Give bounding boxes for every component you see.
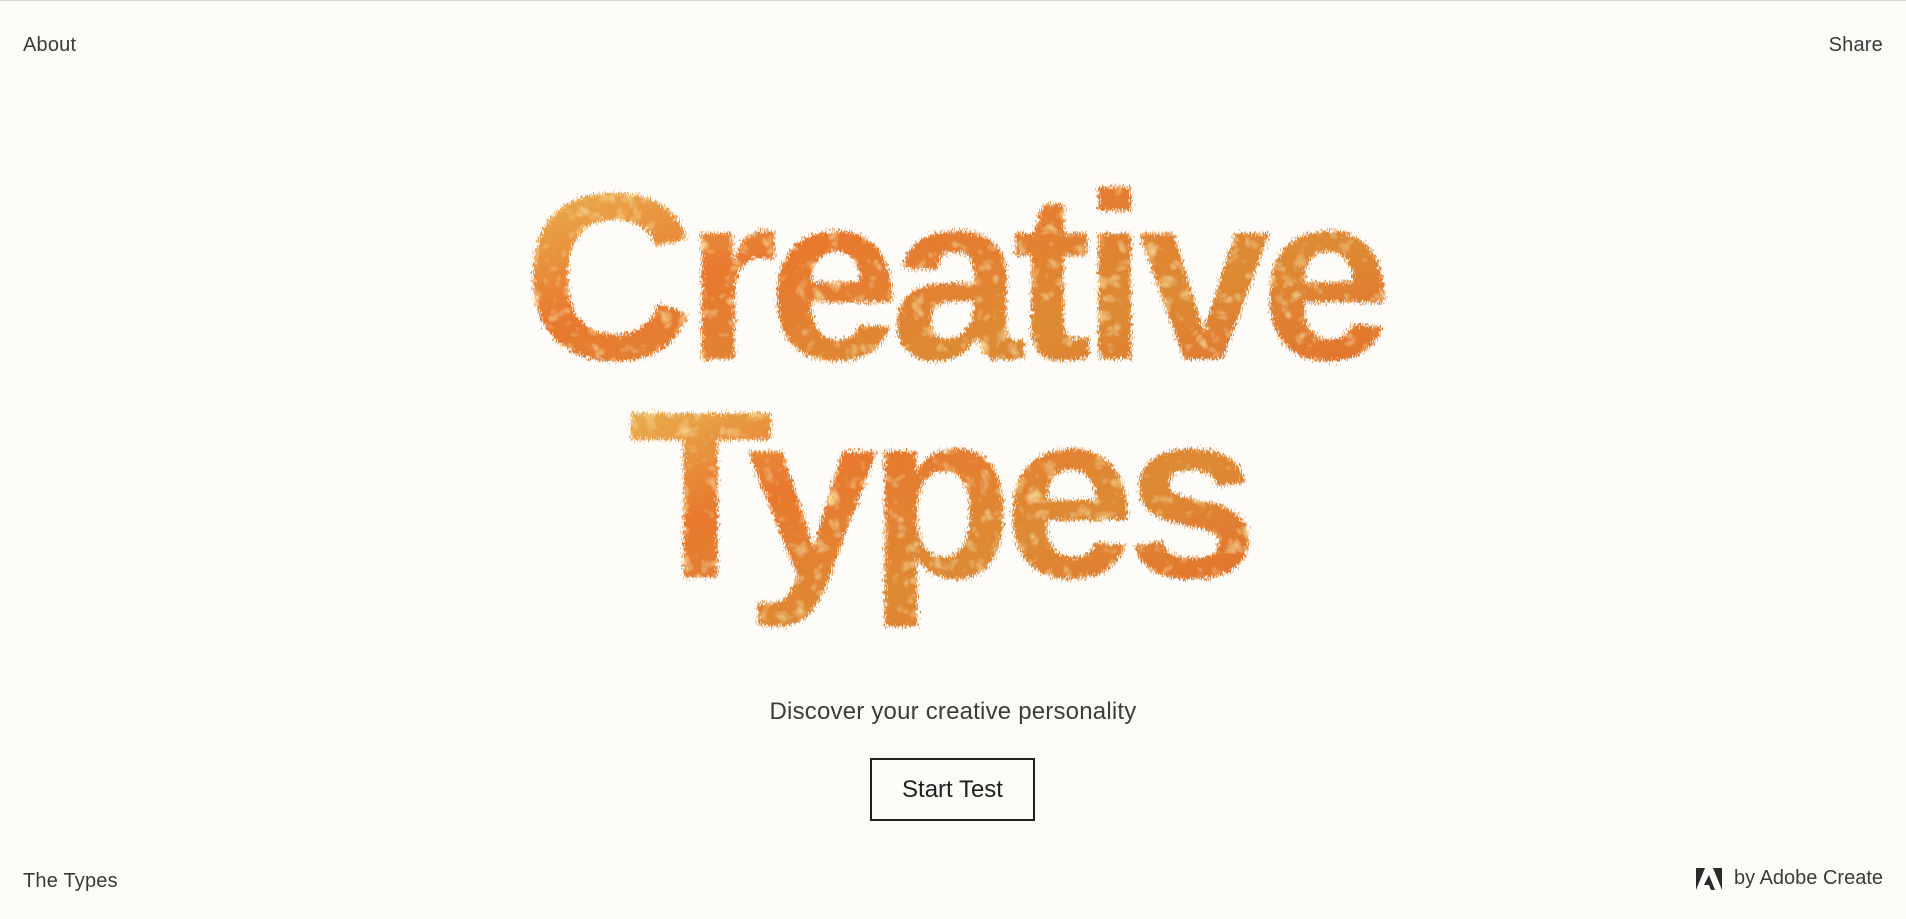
about-link[interactable]: About xyxy=(23,34,76,57)
adobe-create-link[interactable]: by Adobe Create xyxy=(1696,867,1883,890)
the-types-link[interactable]: The Types xyxy=(23,870,118,893)
start-test-button[interactable]: Start Test xyxy=(870,758,1035,821)
tagline: Discover your creative personality xyxy=(769,698,1137,725)
title-line-2: Types xyxy=(628,363,1249,628)
share-link[interactable]: Share xyxy=(1829,34,1883,57)
adobe-logo-icon xyxy=(1696,867,1722,890)
fuzzy-title-graphic: Creative Types xyxy=(523,145,1395,628)
page: About Share Creative Types Discover your… xyxy=(0,0,1906,919)
byline-text: by Adobe Create xyxy=(1734,867,1883,889)
hero-title-image: Creative Types xyxy=(426,107,1480,677)
